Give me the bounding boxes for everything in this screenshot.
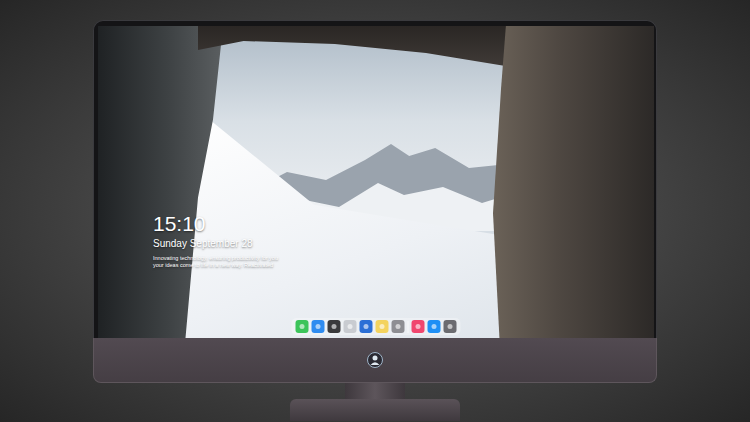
rock-right [493, 26, 654, 338]
dock [292, 318, 461, 335]
lock-clock: 15:10 Sunday September 28 Innovating techn… [153, 212, 278, 269]
dock-app-glyph-icon [416, 324, 421, 329]
dock-app-glyph-icon [316, 324, 321, 329]
dock-app-glyph-icon [300, 324, 305, 329]
monitor-bezel: 15:10 Sunday September 28 Innovating techn… [93, 20, 657, 338]
page: 15:10 Sunday September 28 Innovating techn… [0, 0, 750, 422]
wallpaper-photo [98, 26, 654, 338]
dock-separator [408, 321, 409, 333]
stand-base [290, 399, 460, 421]
clock-notes: Innovating technology, ensuring producti… [153, 255, 278, 269]
dock-app-icon[interactable] [344, 320, 357, 333]
stand-neck [345, 383, 405, 399]
clock-time: 15:10 [153, 212, 278, 236]
dock-app-glyph-icon [396, 324, 401, 329]
dock-app-icon[interactable] [360, 320, 373, 333]
dock-app-icon[interactable] [376, 320, 389, 333]
screen: 15:10 Sunday September 28 Innovating techn… [98, 26, 654, 338]
dock-app-icon[interactable] [296, 320, 309, 333]
logo-icon [367, 352, 383, 368]
dock-app-icon[interactable] [312, 320, 325, 333]
dock-app-icon[interactable] [412, 320, 425, 333]
dock-app-glyph-icon [348, 324, 353, 329]
dock-app-icon[interactable] [444, 320, 457, 333]
dock-app-glyph-icon [332, 324, 337, 329]
dock-app-glyph-icon [364, 324, 369, 329]
dock-app-glyph-icon [448, 324, 453, 329]
dock-app-glyph-icon [432, 324, 437, 329]
dock-app-icon[interactable] [392, 320, 405, 333]
monitor-chin [93, 338, 657, 383]
dock-app-icon[interactable] [428, 320, 441, 333]
clock-note-line: Innovating technology, ensuring producti… [153, 255, 278, 262]
dock-app-glyph-icon [380, 324, 385, 329]
clock-note-line: your ideas come to life in a new way. Re… [153, 262, 278, 269]
clock-date: Sunday September 28 [153, 238, 278, 250]
dock-app-icon[interactable] [328, 320, 341, 333]
monitor: 15:10 Sunday September 28 Innovating techn… [93, 20, 657, 383]
